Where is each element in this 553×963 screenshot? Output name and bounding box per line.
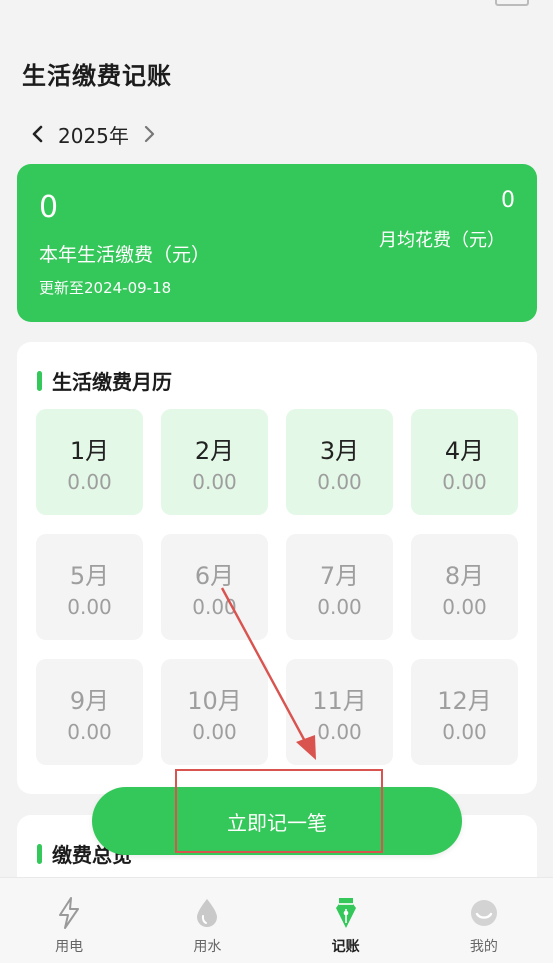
nav-item-electricity[interactable]: 用电 bbox=[0, 878, 138, 963]
nav-label: 用水 bbox=[193, 939, 222, 955]
month-grid: 1月 0.00 2月 0.00 3月 0.00 4月 0.00 5月 0.00 6月 0.00 7月 0.… bbox=[36, 409, 518, 765]
month-cell[interactable]: 5月 0.00 bbox=[36, 534, 143, 640]
month-amount: 0.00 bbox=[317, 594, 362, 619]
month-label: 6月 bbox=[194, 561, 235, 590]
section-accent-bar bbox=[37, 843, 42, 864]
nav-item-water[interactable]: 用水 bbox=[138, 878, 276, 963]
calendar-section-header: 生活缴费月历 bbox=[37, 366, 172, 395]
month-cell[interactable]: 2月 0.00 bbox=[161, 409, 268, 515]
month-cell[interactable]: 7月 0.00 bbox=[286, 534, 393, 640]
month-label: 5月 bbox=[69, 561, 110, 590]
month-label: 8月 bbox=[444, 561, 485, 590]
page-title: 生活缴费记账 bbox=[22, 62, 172, 90]
month-cell[interactable]: 11月 0.00 bbox=[286, 659, 393, 765]
month-label: 1月 bbox=[69, 436, 110, 465]
month-cell[interactable]: 9月 0.00 bbox=[36, 659, 143, 765]
month-cell[interactable]: 3月 0.00 bbox=[286, 409, 393, 515]
chevron-right-icon[interactable] bbox=[135, 120, 163, 148]
month-label: 9月 bbox=[69, 686, 110, 715]
month-amount: 0.00 bbox=[192, 594, 237, 619]
month-amount: 0.00 bbox=[192, 469, 237, 494]
month-label: 10月 bbox=[187, 686, 242, 715]
month-label: 4月 bbox=[444, 436, 485, 465]
nav-label: 我的 bbox=[469, 939, 498, 955]
month-cell[interactable]: 8月 0.00 bbox=[411, 534, 518, 640]
annual-total-label: 本年生活缴费（元） bbox=[39, 244, 211, 266]
nav-item-bookkeeping[interactable]: 记账 bbox=[277, 878, 415, 963]
month-amount: 0.00 bbox=[317, 469, 362, 494]
water-drop-icon bbox=[194, 896, 220, 930]
month-label: 12月 bbox=[437, 686, 492, 715]
month-amount: 0.00 bbox=[67, 469, 112, 494]
month-amount: 0.00 bbox=[442, 469, 487, 494]
status-bar-fragment bbox=[495, 0, 529, 6]
pen-nib-icon bbox=[334, 896, 358, 930]
annual-summary-card: 0 本年生活缴费（元） 更新至2024-09-18 0 月均花费（元） bbox=[17, 164, 537, 322]
month-label: 7月 bbox=[319, 561, 360, 590]
month-amount: 0.00 bbox=[67, 594, 112, 619]
month-amount: 0.00 bbox=[442, 719, 487, 744]
month-amount: 0.00 bbox=[317, 719, 362, 744]
nav-label: 记账 bbox=[331, 939, 360, 955]
month-cell[interactable]: 6月 0.00 bbox=[161, 534, 268, 640]
monthly-average-label: 月均花费（元） bbox=[379, 230, 505, 251]
lightning-icon bbox=[57, 896, 81, 930]
nav-label: 用电 bbox=[55, 939, 84, 955]
profile-icon bbox=[469, 896, 499, 930]
month-label: 2月 bbox=[194, 436, 235, 465]
payment-calendar-card: 生活缴费月历 1月 0.00 2月 0.00 3月 0.00 4月 0.00 5月 0.00 6月 0… bbox=[17, 342, 537, 794]
month-label: 11月 bbox=[312, 686, 367, 715]
section-accent-bar bbox=[37, 370, 42, 391]
bottom-navigation: 用电 用水 记账 我的 bbox=[0, 877, 553, 963]
month-label: 3月 bbox=[319, 436, 360, 465]
month-cell[interactable]: 12月 0.00 bbox=[411, 659, 518, 765]
month-amount: 0.00 bbox=[442, 594, 487, 619]
chevron-left-icon[interactable] bbox=[24, 120, 52, 148]
annotation-highlight-box bbox=[175, 769, 383, 853]
month-amount: 0.00 bbox=[67, 719, 112, 744]
month-cell[interactable]: 10月 0.00 bbox=[161, 659, 268, 765]
monthly-average-value: 0 bbox=[501, 188, 515, 213]
year-navigator: 2025年 bbox=[24, 118, 163, 150]
annual-total-value: 0 bbox=[39, 190, 59, 225]
calendar-title: 生活缴费月历 bbox=[52, 370, 172, 394]
nav-item-profile[interactable]: 我的 bbox=[415, 878, 553, 963]
month-cell[interactable]: 1月 0.00 bbox=[36, 409, 143, 515]
updated-date: 更新至2024-09-18 bbox=[39, 279, 172, 297]
year-label: 2025年 bbox=[58, 123, 129, 148]
month-cell[interactable]: 4月 0.00 bbox=[411, 409, 518, 515]
month-amount: 0.00 bbox=[192, 719, 237, 744]
